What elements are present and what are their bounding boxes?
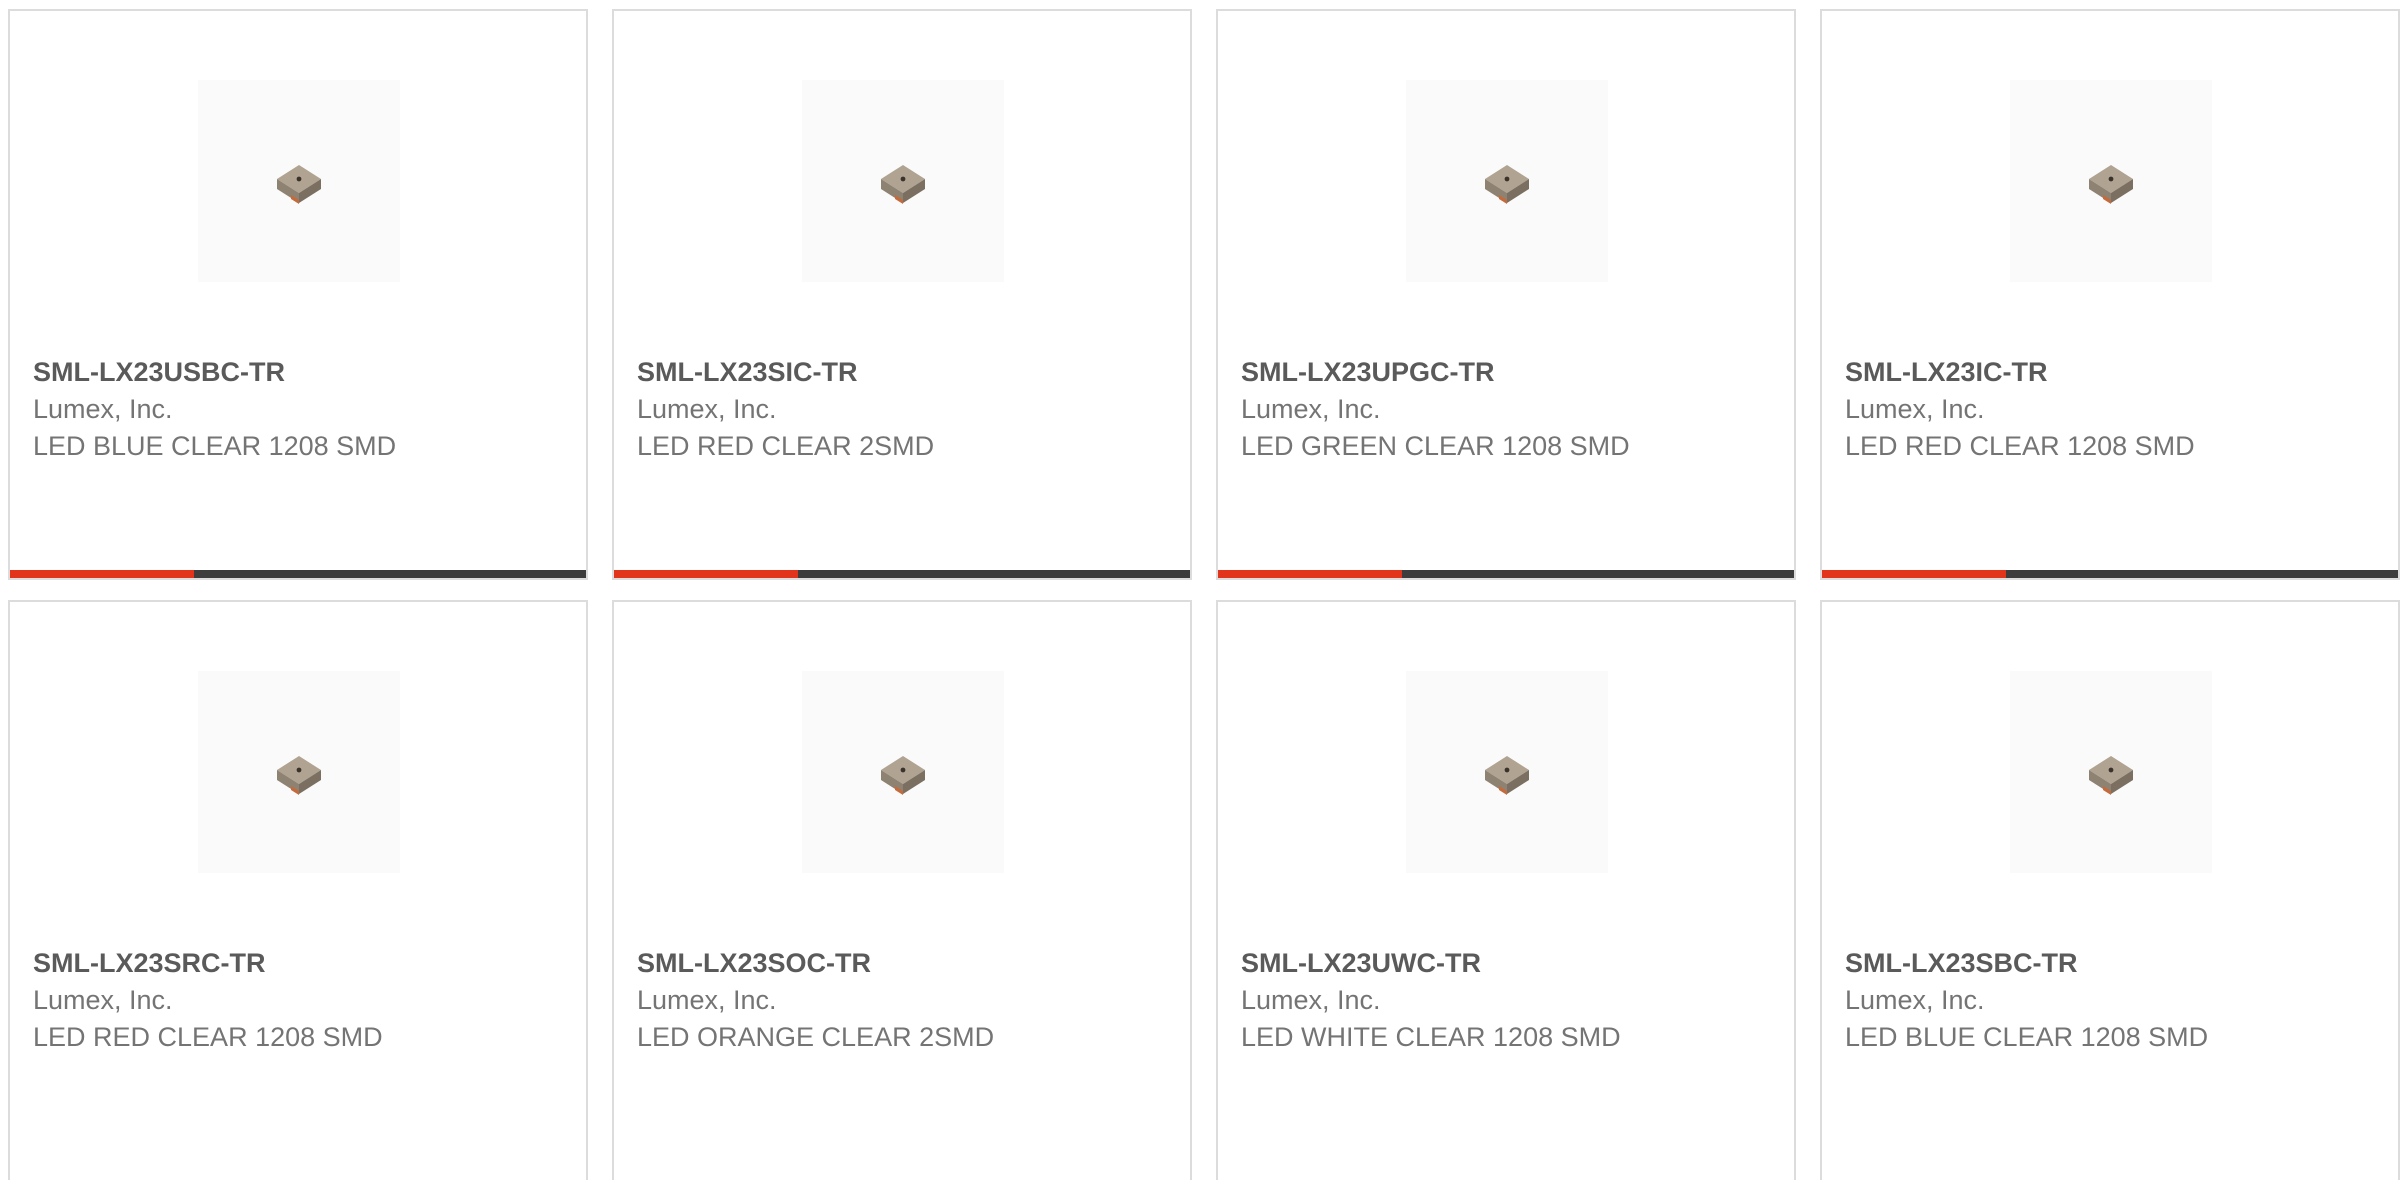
product-card[interactable]: SML-LX23SRC-TR Lumex, Inc. LED RED CLEAR…: [8, 600, 588, 1180]
smd-led-chip-icon: [881, 165, 925, 204]
description: LED RED CLEAR 2SMD: [637, 431, 935, 461]
product-grid: SML-LX23USBC-TR Lumex, Inc. LED BLUE CLE…: [8, 9, 2400, 1180]
part-number[interactable]: SML-LX23UPGC-TR: [1241, 353, 1774, 391]
description: LED ORANGE CLEAR 2SMD: [637, 1022, 995, 1052]
progress-bar: [1822, 570, 2398, 578]
part-number[interactable]: SML-LX23SIC-TR: [637, 353, 1170, 391]
product-image[interactable]: [2010, 671, 2212, 873]
progress-bar: [614, 570, 1190, 578]
product-image[interactable]: [802, 80, 1004, 282]
smd-led-chip-icon: [277, 165, 321, 204]
smd-led-chip-icon: [1485, 165, 1529, 204]
manufacturer: Lumex, Inc.: [1241, 985, 1381, 1015]
manufacturer: Lumex, Inc.: [1845, 985, 1985, 1015]
progress-bar-fill: [1822, 570, 2007, 578]
product-image[interactable]: [2010, 80, 2212, 282]
description: LED GREEN CLEAR 1208 SMD: [1241, 431, 1630, 461]
progress-bar: [1218, 570, 1794, 578]
product-card[interactable]: SML-LX23IC-TR Lumex, Inc. LED RED CLEAR …: [1820, 9, 2400, 580]
product-card[interactable]: SML-LX23USBC-TR Lumex, Inc. LED BLUE CLE…: [8, 9, 588, 580]
part-number[interactable]: SML-LX23SOC-TR: [637, 944, 1170, 982]
smd-led-chip-icon: [277, 756, 321, 795]
smd-led-chip-icon: [1485, 756, 1529, 795]
part-number[interactable]: SML-LX23SRC-TR: [33, 944, 566, 982]
description: LED RED CLEAR 1208 SMD: [1845, 431, 2195, 461]
product-image[interactable]: [198, 671, 400, 873]
smd-led-chip-icon: [2089, 756, 2133, 795]
product-card[interactable]: SML-LX23SOC-TR Lumex, Inc. LED ORANGE CL…: [612, 600, 1192, 1180]
progress-bar-fill: [1218, 570, 1403, 578]
manufacturer: Lumex, Inc.: [637, 985, 777, 1015]
smd-led-chip-icon: [2089, 165, 2133, 204]
manufacturer: Lumex, Inc.: [33, 394, 173, 424]
manufacturer: Lumex, Inc.: [1845, 394, 1985, 424]
product-image[interactable]: [198, 80, 400, 282]
description: LED BLUE CLEAR 1208 SMD: [1845, 1022, 2209, 1052]
smd-led-chip-icon: [881, 756, 925, 795]
part-number[interactable]: SML-LX23SBC-TR: [1845, 944, 2378, 982]
manufacturer: Lumex, Inc.: [637, 394, 777, 424]
description: LED WHITE CLEAR 1208 SMD: [1241, 1022, 1621, 1052]
description: LED RED CLEAR 1208 SMD: [33, 1022, 383, 1052]
part-number[interactable]: SML-LX23USBC-TR: [33, 353, 566, 391]
description: LED BLUE CLEAR 1208 SMD: [33, 431, 397, 461]
product-card[interactable]: SML-LX23UPGC-TR Lumex, Inc. LED GREEN CL…: [1216, 9, 1796, 580]
manufacturer: Lumex, Inc.: [1241, 394, 1381, 424]
product-image[interactable]: [802, 671, 1004, 873]
product-card[interactable]: SML-LX23SBC-TR Lumex, Inc. LED BLUE CLEA…: [1820, 600, 2400, 1180]
part-number[interactable]: SML-LX23UWC-TR: [1241, 944, 1774, 982]
progress-bar-fill: [10, 570, 195, 578]
progress-bar-fill: [614, 570, 799, 578]
progress-bar: [10, 570, 586, 578]
part-number[interactable]: SML-LX23IC-TR: [1845, 353, 2378, 391]
product-card[interactable]: SML-LX23UWC-TR Lumex, Inc. LED WHITE CLE…: [1216, 600, 1796, 1180]
product-card[interactable]: SML-LX23SIC-TR Lumex, Inc. LED RED CLEAR…: [612, 9, 1192, 580]
product-image[interactable]: [1406, 80, 1608, 282]
manufacturer: Lumex, Inc.: [33, 985, 173, 1015]
product-image[interactable]: [1406, 671, 1608, 873]
